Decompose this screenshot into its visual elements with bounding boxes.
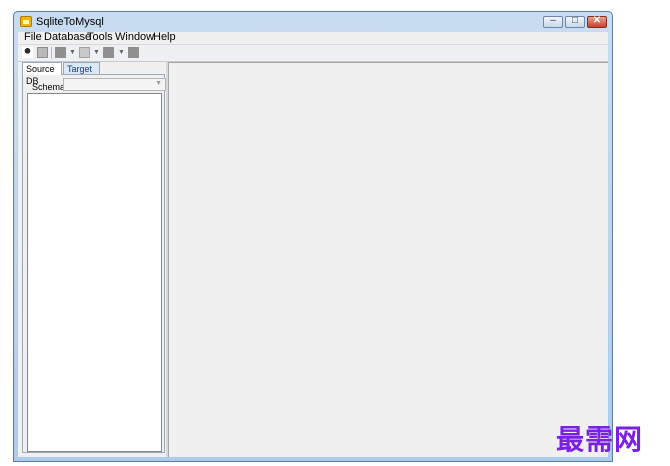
window-title: SqliteToMysql [36, 16, 104, 28]
schema-tree[interactable] [27, 93, 162, 452]
chevron-down-icon: ▼ [155, 80, 162, 87]
menu-help[interactable]: Help [153, 31, 176, 43]
dropdown-arrow-icon[interactable]: ▼ [69, 49, 76, 56]
tab-source-db[interactable]: Source DB [22, 62, 62, 86]
toolbar: ▼ ▼ ▼ [18, 45, 608, 62]
stop-icon[interactable] [128, 47, 139, 58]
schema-select[interactable]: ▼ [63, 78, 166, 91]
open-icon[interactable] [79, 47, 90, 58]
dropdown-arrow-icon[interactable]: ▼ [118, 49, 125, 56]
toolbar-separator [51, 47, 52, 59]
app-window: SqliteToMysql – □ ✕ File Database Tools … [13, 11, 613, 462]
menu-tools[interactable]: Tools [87, 31, 113, 43]
menu-file[interactable]: File [24, 31, 42, 43]
run-icon[interactable] [103, 47, 114, 58]
connect-icon[interactable] [55, 47, 66, 58]
dropdown-arrow-icon[interactable]: ▼ [93, 49, 100, 56]
client-area: File Database Tools Window Help ▼ ▼ ▼ So… [18, 31, 608, 457]
minimize-button[interactable]: – [543, 15, 563, 28]
menu-database[interactable]: Database [44, 31, 91, 43]
document-icon[interactable] [37, 47, 48, 58]
close-button[interactable]: ✕ [587, 15, 607, 28]
app-icon [20, 16, 32, 27]
watermark: 最需网 [556, 423, 644, 456]
menu-window[interactable]: Window [115, 31, 154, 43]
menu-bar: File Database Tools Window Help [18, 31, 608, 45]
title-bar[interactable]: SqliteToMysql – □ ✕ [14, 12, 612, 32]
tab-panel: Schema ▼ [22, 74, 166, 453]
main-workspace [168, 62, 608, 457]
maximize-button[interactable]: □ [565, 15, 585, 28]
tab-target-db[interactable]: Target DB [63, 62, 100, 86]
close-icon: ✕ [592, 15, 602, 26]
minimize-icon: – [550, 15, 556, 26]
user-icon[interactable] [22, 47, 33, 58]
left-panel: Source DB Target DB Schema ▼ [20, 62, 166, 457]
maximize-icon: □ [571, 15, 579, 26]
window-controls: – □ ✕ [541, 15, 607, 28]
